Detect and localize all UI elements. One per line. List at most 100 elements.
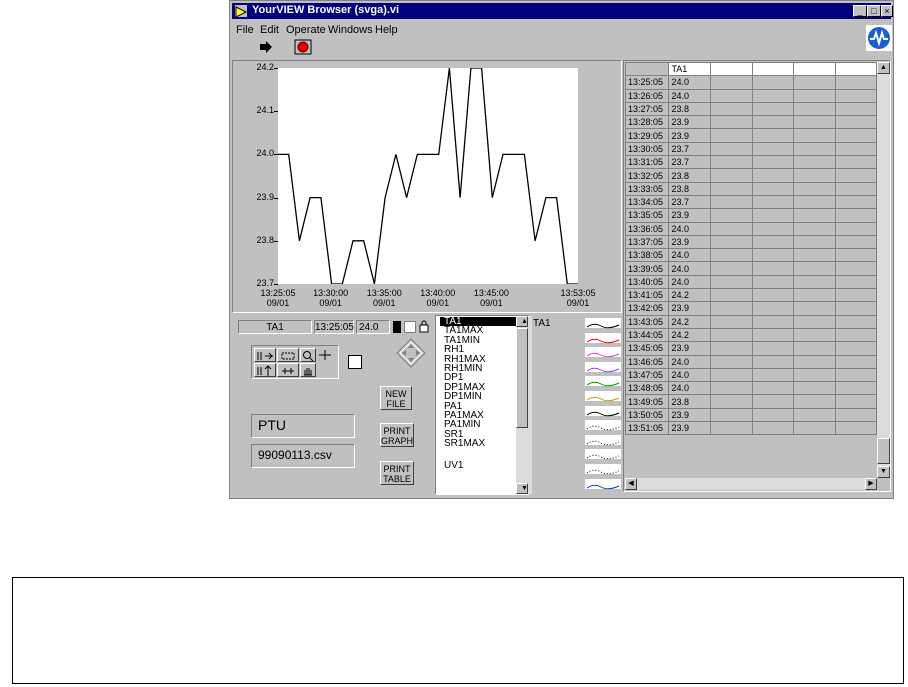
empty-cell[interactable]: [710, 274, 753, 290]
empty-cell[interactable]: [834, 155, 877, 170]
empty-cell[interactable]: [834, 354, 877, 369]
scroll-down-icon[interactable]: ▼: [516, 483, 528, 494]
zoom-y-icon[interactable]: [254, 363, 276, 377]
empty-cell[interactable]: [710, 288, 753, 303]
value-cell[interactable]: 23.9: [668, 115, 712, 130]
legend-swatch[interactable]: [585, 420, 621, 431]
empty-cell[interactable]: [710, 261, 753, 276]
maximize-icon[interactable]: □: [867, 5, 881, 17]
empty-cell[interactable]: [834, 141, 877, 157]
empty-cell[interactable]: [751, 341, 795, 356]
zoom-icon[interactable]: [300, 348, 316, 362]
channel-scrollbar[interactable]: ▲ ▼: [516, 316, 532, 494]
empty-cell[interactable]: [710, 394, 753, 409]
empty-cell[interactable]: [793, 234, 836, 250]
empty-cell[interactable]: [710, 381, 753, 396]
empty-cell[interactable]: [710, 128, 753, 143]
pan-y-icon[interactable]: [277, 363, 299, 377]
empty-cell[interactable]: [834, 407, 877, 423]
empty-cell[interactable]: [710, 221, 753, 236]
empty-cell[interactable]: [710, 101, 753, 117]
empty-cell[interactable]: [751, 327, 795, 343]
empty-cell[interactable]: [710, 88, 753, 103]
cursor-move-icon[interactable]: [396, 338, 426, 368]
zoom-box-icon[interactable]: [277, 348, 299, 362]
scroll-up-icon[interactable]: ▲: [516, 316, 528, 327]
legend-swatch[interactable]: [585, 361, 621, 373]
value-cell[interactable]: 23.8: [668, 181, 712, 196]
name-field[interactable]: PTU: [251, 414, 355, 438]
crosshair-icon[interactable]: [318, 348, 334, 362]
empty-cell[interactable]: [751, 208, 795, 223]
empty-cell[interactable]: [793, 208, 836, 223]
empty-cell[interactable]: [793, 101, 836, 117]
time-cell[interactable]: 13:48:05: [625, 381, 670, 396]
empty-cell[interactable]: [793, 261, 836, 276]
empty-cell[interactable]: [710, 155, 753, 170]
time-cell[interactable]: 13:33:05: [625, 181, 670, 196]
empty-cell[interactable]: [710, 75, 753, 90]
empty-cell[interactable]: [751, 381, 795, 396]
time-cell[interactable]: 13:35:05: [625, 208, 670, 223]
empty-cell[interactable]: [751, 274, 795, 290]
time-cell[interactable]: 13:27:05: [625, 101, 670, 117]
empty-cell[interactable]: [834, 101, 877, 117]
value-cell[interactable]: 24.2: [668, 327, 712, 343]
empty-cell[interactable]: [793, 367, 836, 383]
value-cell[interactable]: 24.0: [668, 221, 712, 236]
empty-cell[interactable]: [710, 181, 753, 196]
time-cell[interactable]: 13:45:05: [625, 341, 670, 356]
zoom-x-icon[interactable]: [254, 348, 276, 362]
empty-cell[interactable]: [751, 75, 795, 90]
empty-cell[interactable]: [793, 274, 836, 290]
value-cell[interactable]: 23.9: [668, 341, 712, 356]
legend-swatch[interactable]: [585, 332, 621, 343]
empty-cell[interactable]: [793, 301, 836, 316]
value-cell[interactable]: 23.8: [668, 101, 712, 117]
time-cell[interactable]: 13:28:05: [625, 115, 670, 130]
empty-cell[interactable]: [751, 88, 795, 103]
empty-cell[interactable]: [834, 194, 877, 210]
empty-cell[interactable]: [793, 407, 836, 423]
value-cell[interactable]: 23.8: [668, 168, 712, 183]
table-scroll-right-icon[interactable]: ▶: [865, 478, 877, 490]
empty-cell[interactable]: [834, 367, 877, 383]
value-cell[interactable]: 24.0: [668, 248, 712, 263]
legend-swatch[interactable]: [585, 347, 621, 358]
legend-swatch[interactable]: [585, 376, 621, 387]
time-cell[interactable]: 13:42:05: [625, 301, 670, 316]
table-scroll-thumb[interactable]: [877, 438, 890, 464]
empty-cell[interactable]: [793, 421, 836, 436]
table-scroll-left-icon[interactable]: ◀: [625, 478, 637, 490]
menu-edit[interactable]: Edit: [260, 24, 279, 36]
cursor-style-icon[interactable]: [404, 321, 416, 333]
time-cell[interactable]: 13:41:05: [625, 288, 670, 303]
time-cell[interactable]: 13:39:05: [625, 261, 670, 276]
empty-cell[interactable]: [751, 288, 795, 303]
empty-cell[interactable]: [834, 261, 877, 276]
time-cell[interactable]: 13:44:05: [625, 327, 670, 343]
empty-cell[interactable]: [710, 194, 753, 210]
app-icon[interactable]: [235, 5, 248, 18]
empty-cell[interactable]: [834, 288, 877, 303]
value-cell[interactable]: 24.0: [668, 261, 712, 276]
legend-swatch[interactable]: [585, 449, 621, 460]
cursor-color-icon[interactable]: [393, 321, 401, 333]
empty-cell[interactable]: [793, 327, 836, 343]
legend-swatch[interactable]: [585, 318, 621, 329]
time-cell[interactable]: 13:43:05: [625, 314, 670, 329]
scroll-thumb[interactable]: [516, 328, 528, 428]
value-cell[interactable]: 23.7: [668, 141, 712, 157]
menu-help[interactable]: Help: [375, 24, 398, 36]
empty-cell[interactable]: [751, 181, 795, 196]
value-cell[interactable]: 24.0: [668, 75, 712, 90]
time-cell[interactable]: 13:49:05: [625, 394, 670, 409]
empty-cell[interactable]: [710, 115, 753, 130]
empty-cell[interactable]: [793, 394, 836, 409]
title-bar[interactable]: YourVIEW Browser (svga).vi _ □ ×: [232, 3, 893, 19]
cursor-channel[interactable]: TA1: [238, 320, 312, 334]
plot-area[interactable]: [277, 67, 579, 285]
empty-cell[interactable]: [793, 341, 836, 356]
value-cell[interactable]: 23.9: [668, 234, 712, 250]
empty-cell[interactable]: [751, 101, 795, 117]
